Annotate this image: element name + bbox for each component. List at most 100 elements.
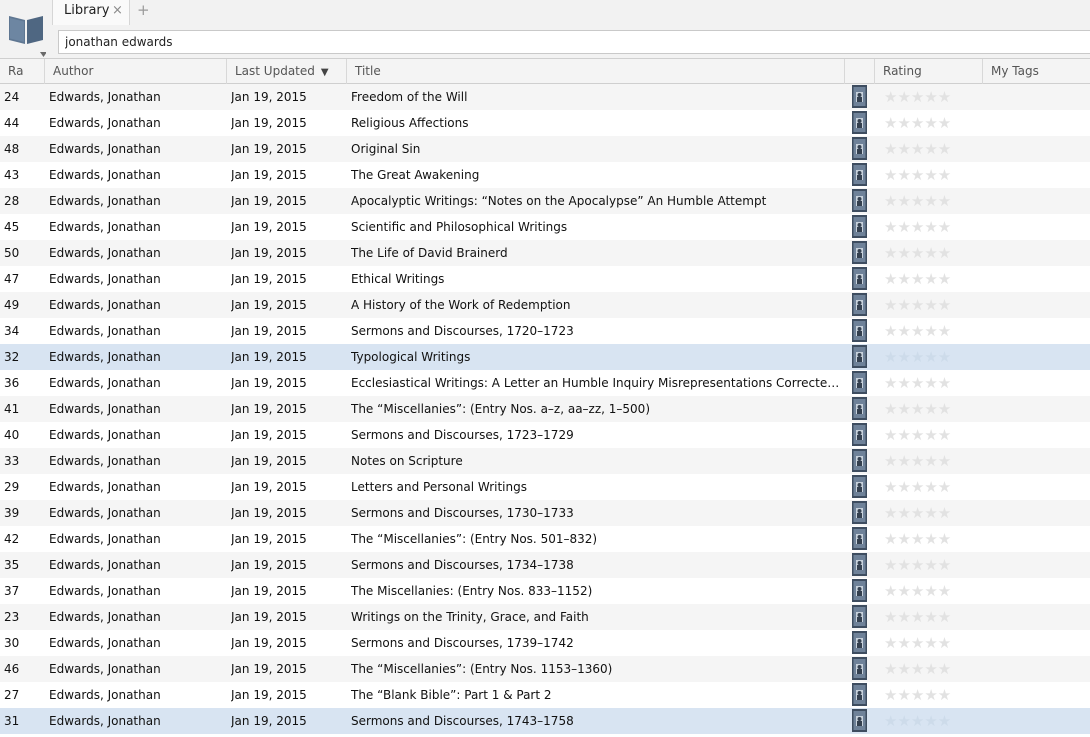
table-row[interactable]: 41 Edwards, Jonathan Jan 19, 2015 The “Misc… — [0, 396, 1090, 422]
rank-cell: 41 — [4, 402, 20, 416]
table-row[interactable]: 47 Edwards, Jonathan Jan 19, 2015 Ethical W… — [0, 266, 1090, 292]
plus-icon[interactable]: + — [137, 1, 150, 19]
tab-library[interactable]: Library × — [52, 0, 130, 25]
column-header-my-tags[interactable]: My Tags — [983, 59, 1090, 84]
table-row[interactable]: 33 Edwards, Jonathan Jan 19, 2015 Notes on … — [0, 448, 1090, 474]
star-rating[interactable]: ★★★★★ — [884, 396, 974, 422]
star-rating[interactable]: ★★★★★ — [884, 604, 974, 630]
table-row[interactable]: 45 Edwards, Jonathan Jan 19, 2015 Scientifi… — [0, 214, 1090, 240]
book-cover-thumbnail[interactable] — [852, 85, 867, 108]
table-row[interactable]: 43 Edwards, Jonathan Jan 19, 2015 The Great… — [0, 162, 1090, 188]
column-header-cover[interactable] — [845, 59, 875, 84]
column-header-rank[interactable]: Ra — [0, 59, 45, 84]
table-row[interactable]: 28 Edwards, Jonathan Jan 19, 2015 Apocalypt… — [0, 188, 1090, 214]
table-row[interactable]: 39 Edwards, Jonathan Jan 19, 2015 Sermons a… — [0, 500, 1090, 526]
book-cover-thumbnail[interactable] — [852, 631, 867, 654]
star-rating[interactable]: ★★★★★ — [884, 266, 974, 292]
star-rating[interactable]: ★★★★★ — [884, 552, 974, 578]
table-row[interactable]: 49 Edwards, Jonathan Jan 19, 2015 A History… — [0, 292, 1090, 318]
search-input[interactable] — [59, 31, 1090, 53]
table-row[interactable]: 48 Edwards, Jonathan Jan 19, 2015 Original … — [0, 136, 1090, 162]
table-row[interactable]: 36 Edwards, Jonathan Jan 19, 2015 Ecclesias… — [0, 370, 1090, 396]
column-header-last-updated[interactable]: Last Updated ▼ — [227, 59, 347, 84]
star-rating[interactable]: ★★★★★ — [884, 162, 974, 188]
star-rating[interactable]: ★★★★★ — [884, 370, 974, 396]
book-cover-thumbnail[interactable] — [852, 449, 867, 472]
star-rating[interactable]: ★★★★★ — [884, 500, 974, 526]
book-cover-thumbnail[interactable] — [852, 657, 867, 680]
table-row[interactable]: 34 Edwards, Jonathan Jan 19, 2015 Sermons a… — [0, 318, 1090, 344]
author-cell: Edwards, Jonathan — [49, 506, 161, 520]
author-cell: Edwards, Jonathan — [49, 168, 161, 182]
star-rating[interactable]: ★★★★★ — [884, 448, 974, 474]
book-cover-thumbnail[interactable] — [852, 527, 867, 550]
star-rating[interactable]: ★★★★★ — [884, 474, 974, 500]
book-cover-thumbnail[interactable] — [852, 475, 867, 498]
book-cover-thumbnail[interactable] — [852, 319, 867, 342]
table-row[interactable]: 31 Edwards, Jonathan Jan 19, 2015 Sermons a… — [0, 708, 1090, 734]
star-rating[interactable]: ★★★★★ — [884, 526, 974, 552]
author-cell: Edwards, Jonathan — [49, 194, 161, 208]
book-cover-thumbnail[interactable] — [852, 345, 867, 368]
table-row[interactable]: 40 Edwards, Jonathan Jan 19, 2015 Sermons a… — [0, 422, 1090, 448]
book-cover-thumbnail[interactable] — [852, 709, 867, 732]
table-row[interactable]: 46 Edwards, Jonathan Jan 19, 2015 The “Misc… — [0, 656, 1090, 682]
last-updated-cell: Jan 19, 2015 — [231, 454, 307, 468]
book-cover-thumbnail[interactable] — [852, 293, 867, 316]
star-rating[interactable]: ★★★★★ — [884, 422, 974, 448]
star-rating[interactable]: ★★★★★ — [884, 578, 974, 604]
column-header-title[interactable]: Title — [347, 59, 845, 84]
star-rating[interactable]: ★★★★★ — [884, 656, 974, 682]
book-cover-thumbnail[interactable] — [852, 605, 867, 628]
book-cover-thumbnail[interactable] — [852, 267, 867, 290]
star-rating[interactable]: ★★★★★ — [884, 240, 974, 266]
last-updated-cell: Jan 19, 2015 — [231, 610, 307, 624]
column-header-author[interactable]: Author — [45, 59, 227, 84]
book-cover-thumbnail[interactable] — [852, 189, 867, 212]
column-header-rating[interactable]: Rating — [875, 59, 983, 84]
book-cover-thumbnail[interactable] — [852, 683, 867, 706]
book-cover-thumbnail[interactable] — [852, 241, 867, 264]
star-rating[interactable]: ★★★★★ — [884, 110, 974, 136]
star-rating[interactable]: ★★★★★ — [884, 630, 974, 656]
table-row[interactable]: 50 Edwards, Jonathan Jan 19, 2015 The Life … — [0, 240, 1090, 266]
table-row[interactable]: 42 Edwards, Jonathan Jan 19, 2015 The “Misc… — [0, 526, 1090, 552]
table-row[interactable]: 37 Edwards, Jonathan Jan 19, 2015 The Misce… — [0, 578, 1090, 604]
table-row[interactable]: 29 Edwards, Jonathan Jan 19, 2015 Letters a… — [0, 474, 1090, 500]
table-row[interactable]: 30 Edwards, Jonathan Jan 19, 2015 Sermons a… — [0, 630, 1090, 656]
book-cover-thumbnail[interactable] — [852, 553, 867, 576]
book-cover-thumbnail[interactable] — [852, 501, 867, 524]
star-rating[interactable]: ★★★★★ — [884, 708, 974, 734]
book-cover-thumbnail[interactable] — [852, 397, 867, 420]
table-row[interactable]: 23 Edwards, Jonathan Jan 19, 2015 Writings … — [0, 604, 1090, 630]
book-cover-thumbnail[interactable] — [852, 215, 867, 238]
book-cover-thumbnail[interactable] — [852, 111, 867, 134]
book-cover-thumbnail[interactable] — [852, 371, 867, 394]
star-rating[interactable]: ★★★★★ — [884, 188, 974, 214]
table-row[interactable]: 35 Edwards, Jonathan Jan 19, 2015 Sermons a… — [0, 552, 1090, 578]
star-rating[interactable]: ★★★★★ — [884, 292, 974, 318]
star-rating[interactable]: ★★★★★ — [884, 136, 974, 162]
star-rating[interactable]: ★★★★★ — [884, 682, 974, 708]
last-updated-cell: Jan 19, 2015 — [231, 350, 307, 364]
column-header-author-label: Author — [53, 64, 94, 78]
app-menu-button[interactable] — [6, 8, 47, 58]
star-rating[interactable]: ★★★★★ — [884, 318, 974, 344]
table-row[interactable]: 27 Edwards, Jonathan Jan 19, 2015 The “Blan… — [0, 682, 1090, 708]
title-cell: The “Miscellanies”: (Entry Nos. 1153–136… — [351, 662, 613, 676]
title-cell: The Miscellanies: (Entry Nos. 833–1152) — [351, 584, 593, 598]
table-row[interactable]: 44 Edwards, Jonathan Jan 19, 2015 Religious… — [0, 110, 1090, 136]
table-row[interactable]: 24 Edwards, Jonathan Jan 19, 2015 Freedom o… — [0, 84, 1090, 110]
last-updated-cell: Jan 19, 2015 — [231, 714, 307, 728]
last-updated-cell: Jan 19, 2015 — [231, 220, 307, 234]
book-cover-thumbnail[interactable] — [852, 137, 867, 160]
star-rating[interactable]: ★★★★★ — [884, 214, 974, 240]
star-rating[interactable]: ★★★★★ — [884, 344, 974, 370]
book-cover-thumbnail[interactable] — [852, 423, 867, 446]
search-box[interactable] — [58, 30, 1090, 54]
table-row[interactable]: 32 Edwards, Jonathan Jan 19, 2015 Typologic… — [0, 344, 1090, 370]
star-rating[interactable]: ★★★★★ — [884, 84, 974, 110]
book-cover-thumbnail[interactable] — [852, 579, 867, 602]
close-icon[interactable]: × — [112, 3, 123, 18]
book-cover-thumbnail[interactable] — [852, 163, 867, 186]
